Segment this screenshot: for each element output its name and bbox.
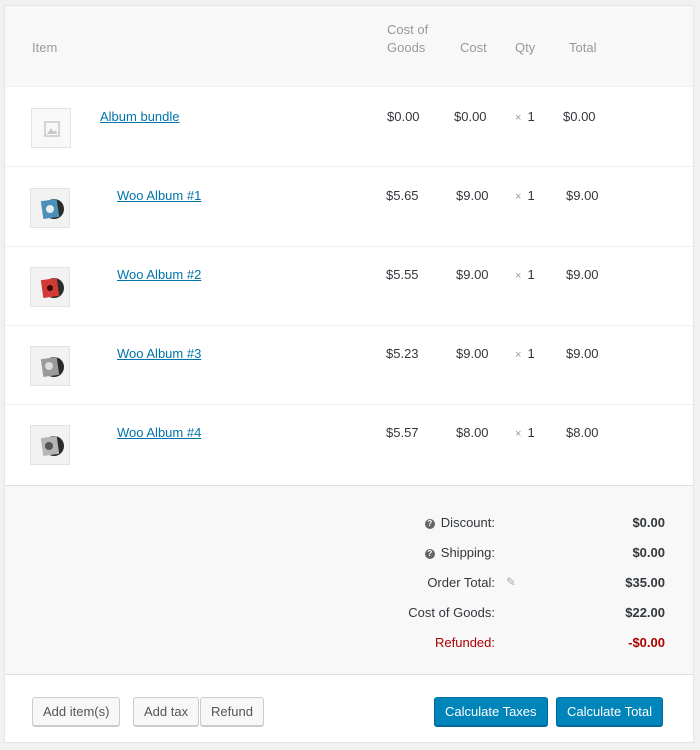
qty-value: × 1	[515, 346, 535, 361]
table-row: Woo Album #1 $5.65 $9.00 × 1 $9.00	[5, 168, 693, 247]
item-link-woo-album-2[interactable]: Woo Album #2	[117, 267, 201, 282]
album-cover-image	[30, 346, 70, 386]
times-icon: ×	[515, 349, 522, 361]
refunded-value: -$0.00	[628, 635, 665, 650]
total-value: $8.00	[566, 425, 599, 440]
cost-value: $9.00	[456, 267, 489, 282]
add-tax-button[interactable]: Add tax	[133, 697, 200, 726]
table-row: Woo Album #4 $5.57 $8.00 × 1 $8.00	[5, 405, 693, 484]
help-icon[interactable]: ?	[424, 549, 435, 559]
column-header-cost-of-goods[interactable]: Cost of Goods	[387, 21, 437, 57]
calculate-taxes-button[interactable]: Calculate Taxes	[434, 697, 548, 726]
cost-of-goods-value: $5.65	[386, 188, 419, 203]
cost-of-goods-value: $5.57	[386, 425, 419, 440]
qty-number: 1	[527, 346, 535, 361]
cost-value: $0.00	[454, 109, 487, 124]
column-header-total[interactable]: Total	[569, 39, 596, 57]
album-cover-image	[30, 267, 70, 307]
times-icon: ×	[515, 428, 522, 440]
order-total-label: Order Total:	[427, 575, 495, 590]
column-header-item[interactable]: Item	[32, 39, 57, 57]
cost-value: $8.00	[456, 425, 489, 440]
discount-value: $0.00	[632, 515, 665, 530]
refunded-label: Refunded:	[435, 635, 495, 650]
table-row: Woo Album #2 $5.55 $9.00 × 1 $9.00	[5, 247, 693, 326]
column-header-cost[interactable]: Cost	[460, 39, 487, 57]
album-cover-image	[30, 188, 70, 228]
total-value: $9.00	[566, 188, 599, 203]
cost-value: $9.00	[456, 346, 489, 361]
pencil-icon[interactable]: ✎	[506, 575, 516, 589]
qty-value: × 1	[515, 425, 535, 440]
qty-number: 1	[527, 267, 535, 282]
times-icon: ×	[515, 270, 522, 282]
item-link-woo-album-1[interactable]: Woo Album #1	[117, 188, 201, 203]
cost-value: $9.00	[456, 188, 489, 203]
qty-number: 1	[527, 188, 535, 203]
cost-of-goods-label: Cost of Goods:	[408, 605, 495, 620]
shipping-label-text: Shipping:	[440, 545, 495, 560]
album-cover-image	[30, 425, 70, 465]
table-row: Album bundle $0.00 $0.00 × 1 $0.00	[5, 88, 693, 167]
item-link-woo-album-4[interactable]: Woo Album #4	[117, 425, 201, 440]
qty-number: 1	[527, 425, 535, 440]
order-items-panel: Item Cost of Goods Cost Qty Total Album …	[4, 5, 694, 743]
cost-of-goods-value: $0.00	[387, 109, 420, 124]
table-row: Woo Album #3 $5.23 $9.00 × 1 $9.00	[5, 326, 693, 405]
cost-of-goods-total-value: $22.00	[625, 605, 665, 620]
placeholder-image-icon	[31, 108, 71, 148]
total-value: $9.00	[566, 267, 599, 282]
qty-number: 1	[527, 109, 535, 124]
total-value: $0.00	[563, 109, 596, 124]
add-items-button[interactable]: Add item(s)	[32, 697, 121, 726]
item-link-woo-album-3[interactable]: Woo Album #3	[117, 346, 201, 361]
cost-of-goods-value: $5.55	[386, 267, 419, 282]
times-icon: ×	[515, 191, 522, 203]
column-header-qty[interactable]: Qty	[515, 39, 535, 57]
order-totals: ? Discount: $0.00 ? Shipping: $0.00 Order …	[5, 485, 693, 675]
total-value: $9.00	[566, 346, 599, 361]
order-total-value: $35.00	[625, 575, 665, 590]
qty-value: × 1	[515, 109, 535, 124]
calculate-total-button[interactable]: Calculate Total	[556, 697, 664, 726]
times-icon: ×	[515, 112, 522, 124]
refund-button[interactable]: Refund	[200, 697, 264, 726]
discount-label: ? Discount:	[424, 515, 495, 530]
qty-value: × 1	[515, 267, 535, 282]
cost-of-goods-value: $5.23	[386, 346, 419, 361]
item-link-album-bundle[interactable]: Album bundle	[100, 109, 180, 124]
table-header: Item Cost of Goods Cost Qty Total	[5, 6, 693, 87]
help-icon[interactable]: ?	[424, 519, 435, 529]
discount-label-text: Discount:	[440, 515, 495, 530]
shipping-value: $0.00	[632, 545, 665, 560]
qty-value: × 1	[515, 188, 535, 203]
shipping-label: ? Shipping:	[424, 545, 495, 560]
